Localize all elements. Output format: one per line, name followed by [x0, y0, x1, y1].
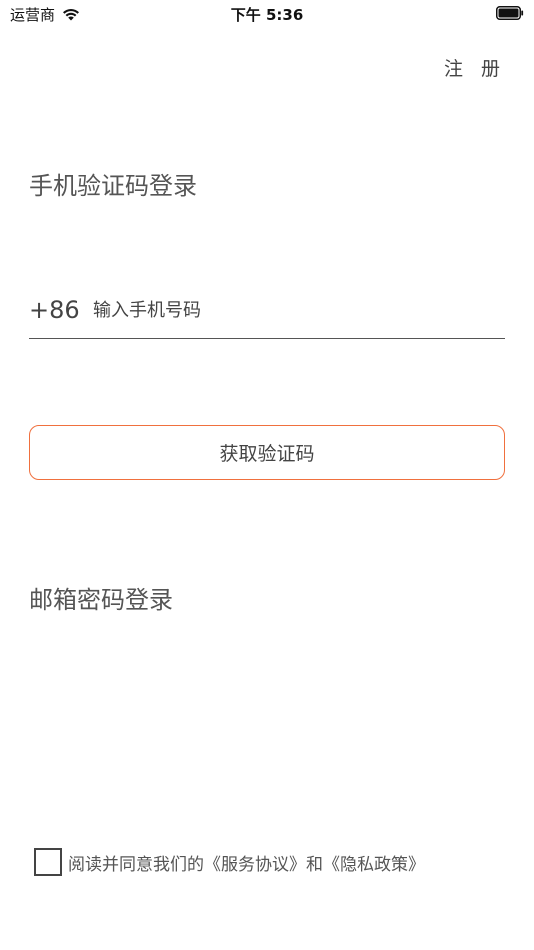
- status-bar: 运营商 下午 5:36: [0, 0, 534, 28]
- agreement-text: 阅读并同意我们的《服务协议》和《隐私政策》: [68, 850, 425, 875]
- status-time: 下午 5:36: [230, 6, 304, 24]
- phone-login-title: 手机验证码登录: [29, 172, 197, 200]
- agreement-conjunction: 和: [306, 854, 323, 875]
- country-code[interactable]: +86: [29, 296, 93, 324]
- agreement-prefix: 阅读并同意我们的: [68, 854, 204, 875]
- phone-number-input[interactable]: [93, 299, 505, 321]
- agreement-row: 阅读并同意我们的《服务协议》和《隐私政策》: [34, 848, 425, 876]
- register-button[interactable]: 注 册: [444, 54, 506, 81]
- privacy-policy-link[interactable]: 《隐私政策》: [323, 855, 425, 875]
- get-code-button[interactable]: 获取验证码: [29, 425, 505, 480]
- agreement-checkbox[interactable]: [34, 848, 62, 876]
- service-agreement-link[interactable]: 《服务协议》: [204, 855, 306, 875]
- email-login-title[interactable]: 邮箱密码登录: [29, 580, 173, 615]
- phone-input-row: +86: [29, 282, 505, 339]
- battery-icon: [496, 6, 524, 20]
